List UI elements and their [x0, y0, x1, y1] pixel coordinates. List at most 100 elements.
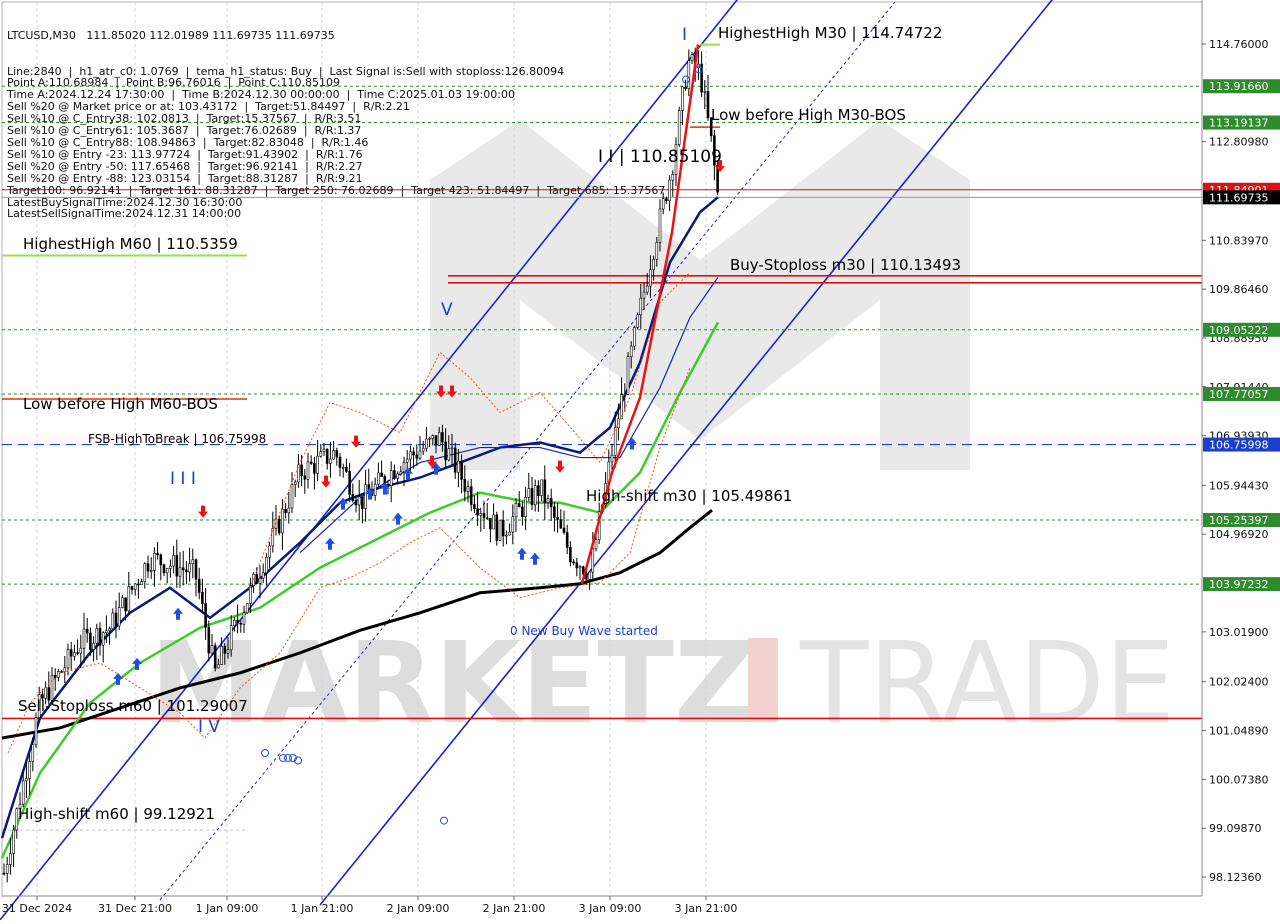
candle-body [185, 569, 188, 573]
candle-body [220, 645, 223, 665]
info-line: Target100: 96.92141 | Target 161: 88.312… [7, 183, 666, 197]
candle-body [642, 291, 646, 299]
candle-body [629, 345, 633, 357]
candle-body [73, 652, 76, 657]
candle-body [421, 447, 425, 452]
candle-body [236, 619, 239, 624]
candle-body [210, 645, 214, 654]
annotation-label: 0 New Buy Wave started [510, 624, 658, 638]
candle-body [434, 435, 438, 446]
candle-body [322, 448, 326, 452]
candle-body [169, 565, 172, 569]
candle-body [373, 483, 377, 496]
candle-body [82, 628, 86, 649]
info-line: Sell %10 @ Entry -23: 113.97724 | Target… [7, 147, 363, 161]
candle-body [514, 503, 518, 517]
candle-body [409, 451, 412, 460]
candle-body [159, 554, 163, 566]
candle-body [533, 485, 537, 506]
candle-body [79, 647, 83, 654]
candle-body [399, 471, 403, 475]
candle-body [197, 578, 201, 593]
candle-body [505, 534, 508, 537]
candle-body [562, 527, 566, 533]
candle-body [98, 628, 102, 646]
candle-body [549, 498, 553, 508]
candle-body [9, 853, 12, 865]
candle-body [121, 597, 124, 608]
candle-body [242, 612, 246, 625]
y-tick-label: 105.94430 [1209, 479, 1269, 492]
candle-body [213, 645, 217, 669]
y-tick-label: 112.80980 [1209, 136, 1269, 149]
candle-body [5, 864, 9, 874]
candle-body [172, 555, 175, 567]
candle-body [380, 472, 383, 477]
candle-body [415, 454, 419, 459]
candle-body [543, 479, 547, 503]
candle-body [309, 461, 313, 464]
y-tick-label: 114.76000 [1209, 38, 1269, 51]
candle-body [351, 494, 355, 501]
candle-body [636, 314, 639, 328]
candle-body [341, 466, 345, 469]
candle-body [377, 472, 380, 485]
annotation-label: Sell-Stoploss m60 | 101.29007 [18, 697, 248, 715]
candle-body [687, 60, 691, 89]
candle-body [281, 509, 284, 534]
annotation-label: Low before High M60-BOS [23, 395, 218, 413]
candle-body [268, 545, 271, 558]
candle-body [677, 110, 681, 145]
info-panel: LTCUSD,M30 111.85020 112.01989 111.69735… [7, 6, 665, 244]
candle-body [130, 586, 134, 590]
candle-body [66, 649, 70, 669]
candle-body [466, 486, 470, 492]
candle-body [476, 508, 479, 516]
candle-body [335, 450, 339, 458]
candle-body [57, 671, 60, 678]
candle-body [258, 577, 262, 584]
candle-body [175, 555, 179, 577]
candle-body [569, 547, 572, 563]
price-tag-label: 113.91660 [1209, 80, 1269, 93]
price-tag-label: 105.25397 [1209, 514, 1269, 527]
candle-body [457, 460, 460, 473]
y-tick-label: 99.09870 [1209, 822, 1262, 835]
price-tag-label: 113.19137 [1209, 117, 1269, 130]
candle-body [425, 438, 428, 449]
candle-body [444, 441, 447, 461]
watermark-text: MARKETZ [150, 619, 755, 749]
candle-body [316, 455, 319, 474]
x-tick-label: 2 Jan 09:00 [387, 902, 450, 915]
candle-body [300, 464, 303, 477]
candle-body [162, 564, 166, 574]
candle-body [204, 603, 207, 628]
price-tag-label: 106.75998 [1209, 439, 1269, 452]
candle-body [572, 561, 575, 564]
candle-body [133, 583, 137, 590]
candle-body [652, 258, 655, 271]
candle-body [517, 503, 521, 508]
candle-body [450, 447, 454, 450]
candle-body [306, 461, 310, 480]
candle-body [191, 559, 195, 565]
candle-body [124, 597, 127, 612]
candle-body [668, 179, 671, 202]
candle-body [537, 485, 540, 496]
candle-body [293, 481, 297, 485]
annotation-label: Buy-Stoploss m30 | 110.13493 [730, 256, 961, 274]
x-tick-label: 3 Jan 21:00 [675, 902, 738, 915]
candle-body [671, 174, 675, 181]
candle-body [329, 458, 332, 464]
candle-body [492, 514, 495, 530]
info-line: Sell %20 @ Entry -50: 117.65468 | Target… [7, 159, 363, 173]
candle-body [501, 519, 505, 537]
candle-body [287, 507, 291, 514]
candle-body [34, 717, 38, 746]
y-tick-label: 103.01900 [1209, 626, 1269, 639]
candle-body [31, 744, 35, 762]
candle-body [338, 456, 342, 468]
candle-body [649, 269, 652, 287]
candle-body [389, 470, 393, 487]
annotation-label: I V [198, 717, 220, 737]
